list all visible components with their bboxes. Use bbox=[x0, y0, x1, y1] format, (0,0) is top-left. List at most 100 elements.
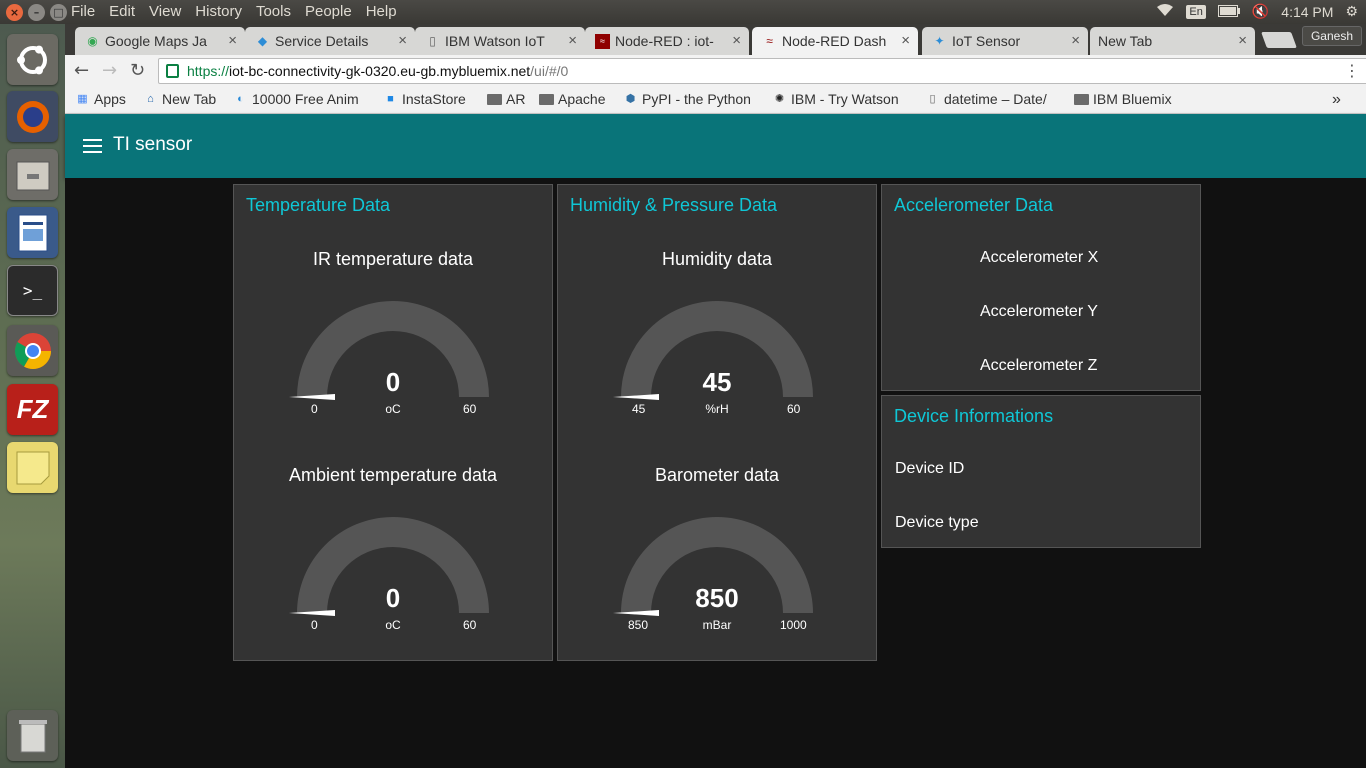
close-icon[interactable]: × bbox=[228, 32, 237, 49]
lock-icon bbox=[166, 64, 179, 78]
node-red-icon: ≈ bbox=[766, 34, 773, 48]
clock[interactable]: 4:14 PM bbox=[1281, 4, 1333, 20]
tab-google-maps[interactable]: ◉ Google Maps Ja × bbox=[75, 27, 245, 55]
close-icon[interactable]: × bbox=[901, 32, 910, 49]
bluemix-icon: ◆ bbox=[257, 34, 268, 48]
menu-people[interactable]: People bbox=[305, 3, 352, 20]
bookmark-datetime[interactable]: ▯ datetime – Date/ bbox=[925, 91, 1046, 107]
chrome-icon[interactable] bbox=[7, 325, 58, 376]
address-bar[interactable]: https://iot-bc-connectivity-gk-0320.eu-g… bbox=[158, 58, 1366, 84]
tab-iot-sensor[interactable]: ✦ IoT Sensor × bbox=[922, 27, 1088, 55]
dashboard-content: Temperature Data IR temperature data 0 o… bbox=[65, 178, 1366, 768]
tab-ibm-watson-iot[interactable]: ▯ IBM Watson IoT × bbox=[415, 27, 585, 55]
menu-file[interactable]: File bbox=[71, 3, 95, 20]
close-window-button[interactable]: × bbox=[6, 4, 23, 21]
browser-tab-strip: ◉ Google Maps Ja × ◆ Service Details × ▯… bbox=[65, 24, 1366, 55]
trash-icon[interactable] bbox=[7, 710, 58, 761]
profile-button[interactable]: Ganesh bbox=[1301, 26, 1362, 46]
gauge-title: IR temperature data bbox=[312, 249, 474, 269]
page-icon: ▯ bbox=[929, 92, 936, 105]
bookmark-apps[interactable]: ▦ Apps bbox=[75, 91, 126, 107]
back-arrow-icon[interactable]: ← bbox=[74, 60, 89, 81]
close-icon[interactable]: × bbox=[1071, 32, 1080, 49]
accelerometer-z-label: Accelerometer Z bbox=[980, 357, 1098, 374]
url-path: /ui/#/0 bbox=[530, 63, 569, 79]
reload-icon[interactable]: ↻ bbox=[130, 60, 145, 81]
bookmark-instastore[interactable]: ■ InstaStore bbox=[383, 91, 466, 107]
google-maps-icon: ◉ bbox=[87, 34, 98, 48]
card-title: Temperature Data bbox=[246, 195, 391, 215]
instastore-icon: ■ bbox=[387, 92, 394, 105]
libreoffice-writer-icon[interactable] bbox=[7, 207, 58, 258]
dashboard-title: TI sensor bbox=[113, 134, 193, 155]
url-host: iot-bc-connectivity-gk-0320.eu-gb.myblue… bbox=[229, 63, 531, 79]
more-bookmarks-chevron-icon[interactable]: » bbox=[1332, 91, 1341, 109]
gauge-value: 45 bbox=[702, 367, 732, 397]
gauge-max: 60 bbox=[787, 402, 801, 416]
gauge-min: 45 bbox=[632, 402, 646, 416]
gauge-max: 60 bbox=[463, 402, 477, 416]
hamburger-menu-icon[interactable] bbox=[83, 139, 102, 153]
close-icon[interactable]: × bbox=[1238, 32, 1247, 49]
keyboard-language-indicator[interactable]: En bbox=[1186, 4, 1206, 19]
menu-help[interactable]: Help bbox=[366, 3, 397, 20]
accelerometer-y-label: Accelerometer Y bbox=[980, 303, 1098, 320]
menu-edit[interactable]: Edit bbox=[109, 3, 135, 20]
close-icon[interactable]: × bbox=[732, 32, 741, 49]
iot-icon: ✦ bbox=[934, 34, 945, 48]
minimize-window-button[interactable]: – bbox=[28, 4, 45, 21]
files-icon[interactable] bbox=[7, 149, 58, 200]
system-top-bar: × – □ File Edit View History Tools Peopl… bbox=[0, 0, 1366, 24]
menu-tools[interactable]: Tools bbox=[256, 3, 291, 20]
gauge-unit: oC bbox=[385, 402, 401, 416]
tab-node-red-dashboard[interactable]: ≈ Node-RED Dash × bbox=[752, 27, 918, 55]
temperature-card: Temperature Data IR temperature data 0 o… bbox=[233, 184, 553, 661]
device-type-label: Device type bbox=[895, 514, 979, 531]
tab-node-red-editor[interactable]: ≈ Node-RED : iot- × bbox=[585, 27, 749, 55]
bookmark-folder-apache[interactable]: Apache bbox=[539, 91, 605, 107]
battery-icon[interactable] bbox=[1217, 4, 1240, 20]
terminal-icon[interactable]: >_ bbox=[7, 265, 58, 316]
gauge-max: 60 bbox=[463, 618, 477, 632]
settings-gear-icon[interactable]: ⚙ bbox=[1345, 3, 1358, 20]
firefox-icon[interactable] bbox=[7, 91, 58, 142]
bookmark-folder-ibm-bluemix[interactable]: IBM Bluemix bbox=[1074, 91, 1172, 107]
card-title: Humidity & Pressure Data bbox=[570, 195, 778, 215]
system-tray: En 🔇 4:14 PM ⚙ bbox=[1156, 3, 1358, 20]
bookmark-new-tab[interactable]: ⌂ New Tab bbox=[143, 91, 216, 107]
maximize-window-button[interactable]: □ bbox=[50, 4, 67, 21]
menu-history[interactable]: History bbox=[195, 3, 242, 20]
device-info-card: Device Informations Device ID Device typ… bbox=[881, 395, 1201, 548]
volume-muted-icon[interactable]: 🔇 bbox=[1252, 3, 1269, 20]
close-icon[interactable]: × bbox=[568, 32, 577, 49]
browser-menu-icon[interactable]: ⋮ bbox=[1344, 61, 1360, 80]
gauge-value: 850 bbox=[695, 583, 739, 613]
card-title: Accelerometer Data bbox=[894, 195, 1054, 215]
bookmark-folder-ar[interactable]: AR bbox=[487, 91, 525, 107]
humidity-pressure-card: Humidity & Pressure Data Humidity data 4… bbox=[557, 184, 877, 661]
page-icon: ▯ bbox=[429, 34, 436, 48]
close-icon[interactable]: × bbox=[398, 32, 407, 49]
menu-view[interactable]: View bbox=[149, 3, 181, 20]
gauge-title: Barometer data bbox=[654, 465, 780, 485]
bookmarks-bar: ▦ Apps ⌂ New Tab ◐ 10000 Free Anim ■ Ins… bbox=[65, 88, 1366, 114]
gauge-min: 0 bbox=[311, 402, 318, 416]
new-tab-button[interactable] bbox=[1261, 32, 1297, 48]
launcher-sidebar: >_ FZ bbox=[0, 24, 65, 768]
sticky-notes-icon[interactable] bbox=[7, 442, 58, 493]
animation-site-icon: ◐ bbox=[237, 92, 244, 105]
ubuntu-dash-icon[interactable] bbox=[7, 34, 58, 85]
filezilla-icon[interactable]: FZ bbox=[7, 384, 58, 435]
tab-new-tab[interactable]: New Tab × bbox=[1090, 27, 1255, 55]
gauge-min: 0 bbox=[311, 618, 318, 632]
forward-arrow-icon[interactable]: → bbox=[102, 60, 117, 81]
tata-icon: ⌂ bbox=[147, 92, 154, 105]
bookmark-pypi[interactable]: ⬢ PyPI - the Python bbox=[623, 91, 751, 107]
tab-service-details[interactable]: ◆ Service Details × bbox=[245, 27, 415, 55]
folder-icon bbox=[539, 93, 554, 105]
wifi-icon[interactable] bbox=[1156, 3, 1174, 20]
bookmark-free-animations[interactable]: ◐ 10000 Free Anim bbox=[233, 91, 358, 107]
accelerometer-card: Accelerometer Data Accelerometer X Accel… bbox=[881, 184, 1201, 391]
card-title: Device Informations bbox=[894, 406, 1054, 426]
bookmark-ibm-watson[interactable]: ✺ IBM - Try Watson bbox=[772, 91, 899, 107]
